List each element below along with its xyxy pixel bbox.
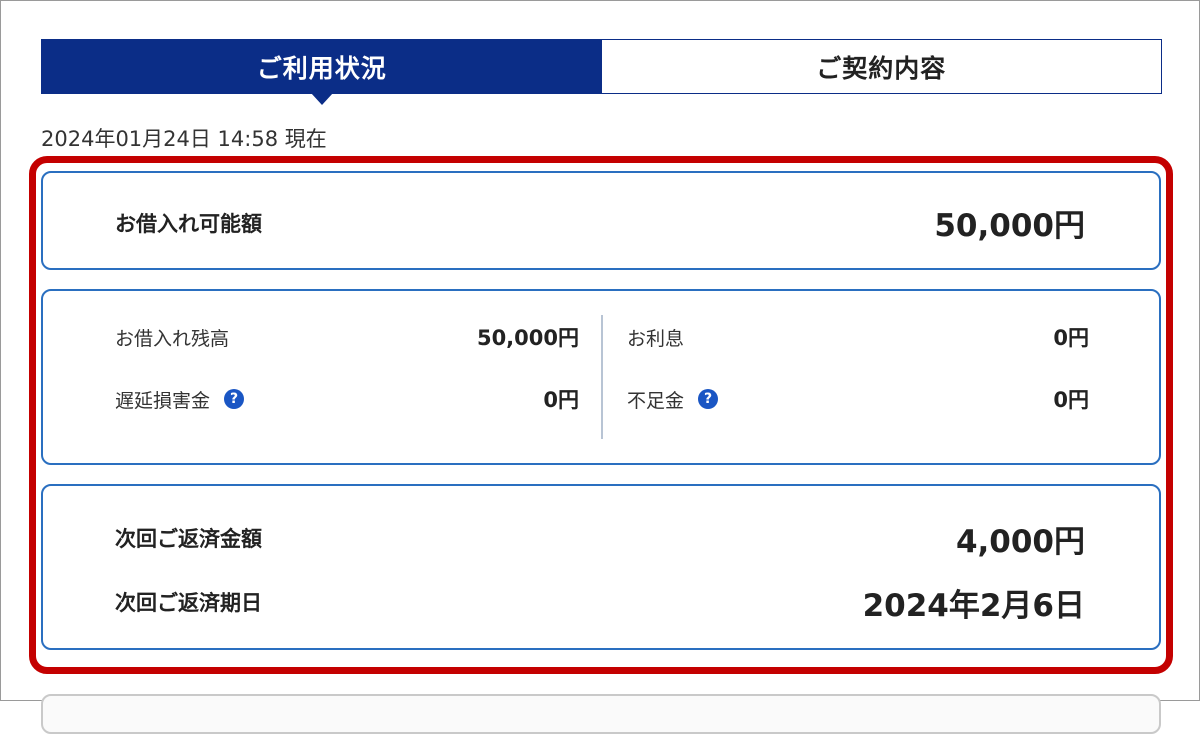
tab-bar: ご利用状況 ご契約内容 bbox=[41, 39, 1162, 105]
page-frame: ご利用状況 ご契約内容 2024年01月24日 14:58 現在 お借入れ可能額… bbox=[0, 0, 1200, 734]
highlight-outline bbox=[29, 156, 1173, 674]
tab-usage-status-label: ご利用状況 bbox=[256, 53, 387, 83]
tab-contract-details-label: ご契約内容 bbox=[816, 53, 947, 83]
tab-usage-status[interactable]: ご利用状況 bbox=[42, 40, 602, 105]
as-of-timestamp: 2024年01月24日 14:58 現在 bbox=[41, 127, 327, 151]
tab-contract-details[interactable]: ご契約内容 bbox=[601, 40, 1161, 93]
next-section-card bbox=[41, 694, 1161, 734]
